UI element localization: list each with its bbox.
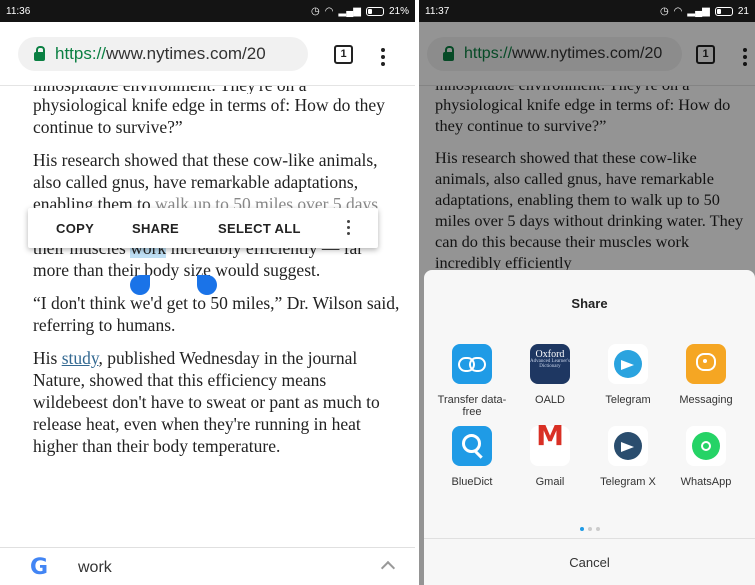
alarm-icon: ◷ [659, 5, 669, 17]
signal-icon: ▂▄▆ [687, 5, 710, 17]
chevron-up-icon[interactable] [380, 560, 396, 576]
status-time: 11:37 [425, 5, 450, 17]
page-indicator [424, 518, 755, 536]
telegram-x-icon [608, 426, 648, 466]
share-sheet-title: Share [571, 296, 608, 311]
status-bar: 11:36 ◷ ◠ ▂▄▆ 21% [0, 0, 415, 22]
selection-end-handle[interactable] [197, 275, 217, 295]
right-phone-screen: 11:37 ◷ ◠ ▂▄▆ 21 https:// www.nytimes.co… [419, 0, 755, 585]
wifi-icon: ◠ [324, 5, 334, 17]
app-label: Messaging [679, 394, 733, 406]
battery-icon [714, 6, 733, 16]
oald-icon: Oxford Advanced Learner's Dictionary [530, 344, 570, 384]
left-phone-screen: 11:36 ◷ ◠ ▂▄▆ 21% https:// www.nytimes.c… [0, 0, 415, 585]
app-label: BlueDict [451, 476, 493, 488]
share-app-whatsapp[interactable]: WhatsApp [666, 426, 746, 488]
tab-switcher-button[interactable]: 1 [334, 45, 353, 64]
app-label: Telegram X [600, 476, 656, 488]
wifi-icon: ◠ [673, 5, 683, 17]
share-sheet: Share Transfer data-free Oxford Advanced … [424, 270, 755, 585]
bluedict-icon [452, 426, 492, 466]
copy-button[interactable]: COPY [56, 221, 94, 236]
more-options-icon[interactable] [381, 48, 385, 69]
status-icons: ◷ ◠ ▂▄▆ 21% [311, 6, 409, 17]
messaging-icon [686, 344, 726, 384]
url-host: www.nytimes.com/20 [106, 44, 266, 63]
app-label: Transfer data-free [437, 394, 507, 418]
share-app-telegram[interactable]: Telegram [588, 344, 668, 406]
share-app-bluedict[interactable]: BlueDict [432, 426, 512, 488]
app-label: WhatsApp [680, 476, 732, 488]
battery-percent: 21% [388, 5, 409, 17]
transfer-icon [452, 344, 492, 384]
app-label: OALD [535, 394, 565, 406]
article-paragraph: physiological knife edge in terms of: Ho… [33, 95, 385, 137]
battery-icon [365, 6, 384, 16]
share-app-gmail[interactable]: Gmail [510, 426, 590, 488]
paragraph-text: His [33, 348, 62, 368]
alarm-icon: ◷ [311, 5, 320, 17]
url-scheme: https:// [55, 44, 107, 63]
selection-start-handle[interactable] [130, 275, 150, 295]
browser-toolbar: https:// www.nytimes.com/20 1 [0, 22, 415, 86]
share-button[interactable]: SHARE [132, 221, 179, 236]
app-label: Gmail [535, 476, 565, 488]
telegram-icon [608, 344, 648, 384]
select-all-button[interactable]: SELECT ALL [218, 221, 301, 236]
battery-percent: 21 [737, 5, 749, 17]
status-bar: 11:37 ◷ ◠ ▂▄▆ 21 [419, 0, 755, 22]
text-selection-toolbar: COPY SHARE SELECT ALL [28, 208, 378, 248]
search-term: work [78, 559, 112, 576]
share-app-oald[interactable]: Oxford Advanced Learner's Dictionary OALD [510, 344, 590, 406]
contextual-search-bar[interactable]: G work [0, 547, 415, 585]
article-paragraph: His study, published Wednesday in the jo… [33, 347, 403, 457]
share-app-telegram-x[interactable]: Telegram X [588, 426, 668, 488]
share-app-messaging[interactable]: Messaging [666, 344, 746, 406]
share-app-transfer[interactable]: Transfer data-free [432, 344, 512, 418]
study-link[interactable]: study [62, 348, 99, 368]
whatsapp-icon [686, 426, 726, 466]
app-label: Telegram [605, 394, 651, 406]
signal-icon: ▂▄▆ [338, 5, 361, 17]
status-icons: ◷ ◠ ▂▄▆ 21 [660, 6, 749, 17]
google-logo-icon: G [30, 555, 49, 580]
cancel-button[interactable]: Cancel [424, 538, 755, 585]
status-time: 11:36 [6, 5, 31, 17]
lock-icon [34, 45, 45, 61]
article-body: inhospitable environment. They're on a p… [33, 86, 403, 468]
url-field[interactable]: https:// www.nytimes.com/20 [18, 37, 308, 71]
gmail-icon [530, 426, 570, 466]
article-paragraph: “I don't think we'd get to 50 miles,” Dr… [33, 293, 400, 335]
clipped-line: inhospitable environment. They're on a [33, 86, 403, 94]
more-actions-icon[interactable] [347, 220, 350, 238]
